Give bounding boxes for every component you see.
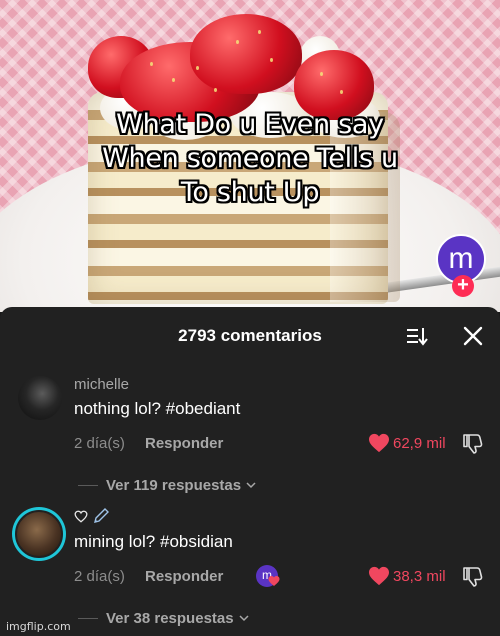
heart-outline-icon <box>74 510 88 523</box>
comment-item: michelle nothing lol? #obediant 2 día(s)… <box>0 372 500 494</box>
avatar[interactable] <box>12 507 66 561</box>
comment-item: mining lol? #obsidian 2 día(s) Responder… <box>0 505 500 627</box>
comments-sheet: 2793 comentarios michelle nothing lol? #… <box>0 307 500 636</box>
reply-button[interactable]: Responder <box>145 568 223 585</box>
caption-line: When someone Tells u <box>102 143 398 174</box>
like-count: 62,9 mil <box>393 435 446 452</box>
dislike-icon[interactable] <box>462 565 484 587</box>
heart-icon[interactable] <box>368 433 390 453</box>
strawberry <box>190 14 302 94</box>
comment-time: 2 día(s) <box>74 435 125 452</box>
video-player[interactable]: What Do u Even say When someone Tells u … <box>0 0 500 312</box>
comment-username[interactable] <box>74 507 110 525</box>
chevron-down-icon <box>239 615 249 622</box>
view-replies-button[interactable]: Ver 38 respuestas <box>78 608 249 628</box>
heart-icon <box>268 576 280 586</box>
follow-button[interactable]: + <box>452 275 474 297</box>
view-replies-button[interactable]: Ver 119 respuestas <box>78 475 256 495</box>
view-replies-label: Ver 38 respuestas <box>106 609 234 627</box>
comment-username[interactable]: michelle <box>74 376 129 393</box>
close-icon[interactable] <box>462 325 484 347</box>
chevron-down-icon <box>246 482 256 489</box>
pencil-icon <box>94 508 109 523</box>
comment-text: mining lol? #obsidian <box>74 532 233 551</box>
avatar[interactable] <box>18 376 62 420</box>
comment-text: nothing lol? #obediant <box>74 399 241 418</box>
reply-button[interactable]: Responder <box>145 435 223 452</box>
sort-icon[interactable] <box>406 325 428 347</box>
video-caption: What Do u Even say When someone Tells u … <box>0 108 500 210</box>
view-replies-label: Ver 119 respuestas <box>106 476 242 494</box>
creator-liked-badge: m <box>256 565 280 587</box>
like-count: 38,3 mil <box>393 568 446 585</box>
comment-time: 2 día(s) <box>74 568 125 585</box>
caption-line: What Do u Even say <box>116 109 384 140</box>
dislike-icon[interactable] <box>462 432 484 454</box>
watermark: imgflip.com <box>6 620 71 633</box>
heart-icon[interactable] <box>368 566 390 586</box>
caption-line: To shut Up <box>180 177 320 208</box>
